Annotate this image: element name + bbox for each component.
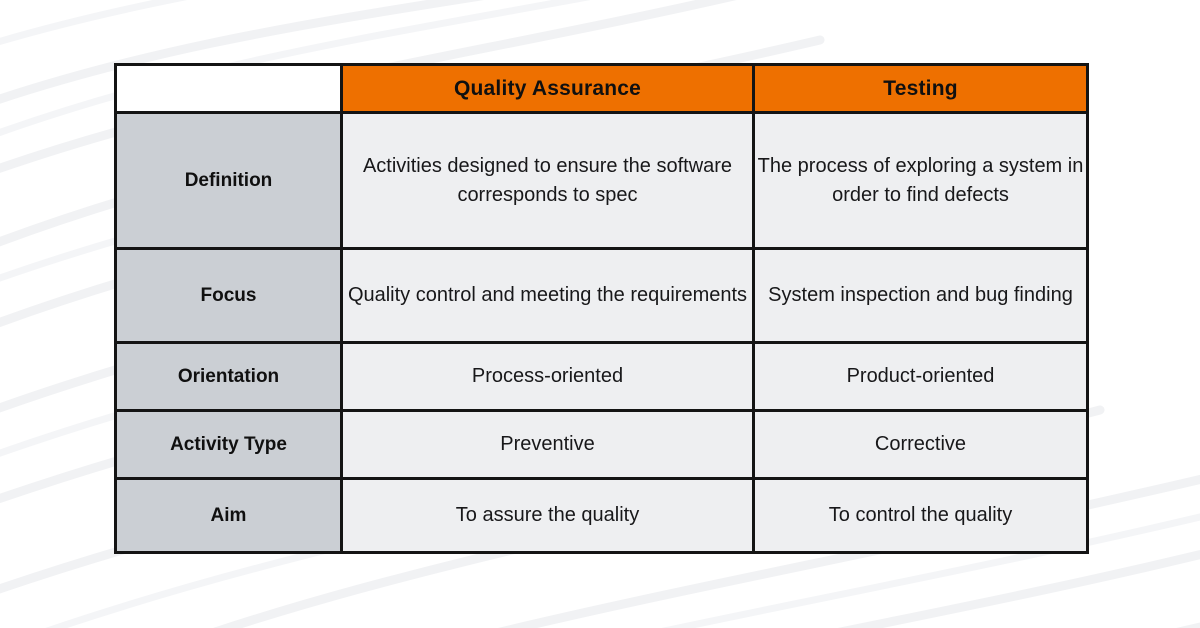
cell-activity-type-qa-text: Preventive — [500, 433, 595, 456]
header-testing: Testing — [752, 63, 1089, 114]
cell-orientation-testing-text: Product-oriented — [846, 365, 995, 388]
comparison-table-container: Quality Assurance Testing Definition Act… — [114, 63, 1089, 554]
cell-orientation-testing: Product-oriented — [752, 341, 1089, 412]
table-body: Definition Activities designed to ensure… — [114, 111, 1089, 554]
cell-activity-type-testing-text: Corrective — [874, 433, 967, 456]
cell-focus-qa-text: Quality control and meeting the requirem… — [347, 284, 748, 307]
table-row: Aim To assure the quality To control the… — [114, 477, 1089, 554]
cell-definition-testing-text: The process of exploring a system in ord… — [757, 155, 1084, 206]
header-corner-cell — [114, 63, 343, 114]
cell-focus-testing-text: System inspection and bug finding — [768, 284, 1073, 307]
table-row: Definition Activities designed to ensure… — [114, 111, 1089, 250]
table-header-row: Quality Assurance Testing — [114, 63, 1089, 114]
table-row: Activity Type Preventive Corrective — [114, 409, 1089, 480]
table-header: Quality Assurance Testing — [114, 63, 1089, 114]
cell-definition-qa: Activities designed to ensure the softwa… — [340, 111, 755, 250]
cell-aim-qa: To assure the quality — [340, 477, 755, 554]
cell-activity-type-qa: Preventive — [340, 409, 755, 480]
row-label-aim: Aim — [114, 477, 343, 554]
row-label-orientation: Orientation — [114, 341, 343, 412]
cell-aim-testing: To control the quality — [752, 477, 1089, 554]
cell-orientation-qa: Process-oriented — [340, 341, 755, 412]
row-label-definition: Definition — [114, 111, 343, 250]
cell-focus-qa: Quality control and meeting the requirem… — [340, 247, 755, 344]
cell-definition-testing: The process of exploring a system in ord… — [752, 111, 1089, 250]
cell-aim-qa-text: To assure the quality — [455, 504, 640, 527]
cell-definition-qa-text: Activities designed to ensure the softwa… — [362, 155, 733, 206]
table-row: Orientation Process-oriented Product-ori… — [114, 341, 1089, 412]
table-row: Focus Quality control and meeting the re… — [114, 247, 1089, 344]
cell-focus-testing: System inspection and bug finding — [752, 247, 1089, 344]
row-label-activity-type: Activity Type — [114, 409, 343, 480]
cell-activity-type-testing: Corrective — [752, 409, 1089, 480]
cell-orientation-qa-text: Process-oriented — [471, 365, 624, 388]
row-label-focus: Focus — [114, 247, 343, 344]
header-quality-assurance: Quality Assurance — [340, 63, 755, 114]
qa-vs-testing-comparison-table: Quality Assurance Testing Definition Act… — [114, 63, 1089, 554]
cell-aim-testing-text: To control the quality — [828, 504, 1013, 527]
